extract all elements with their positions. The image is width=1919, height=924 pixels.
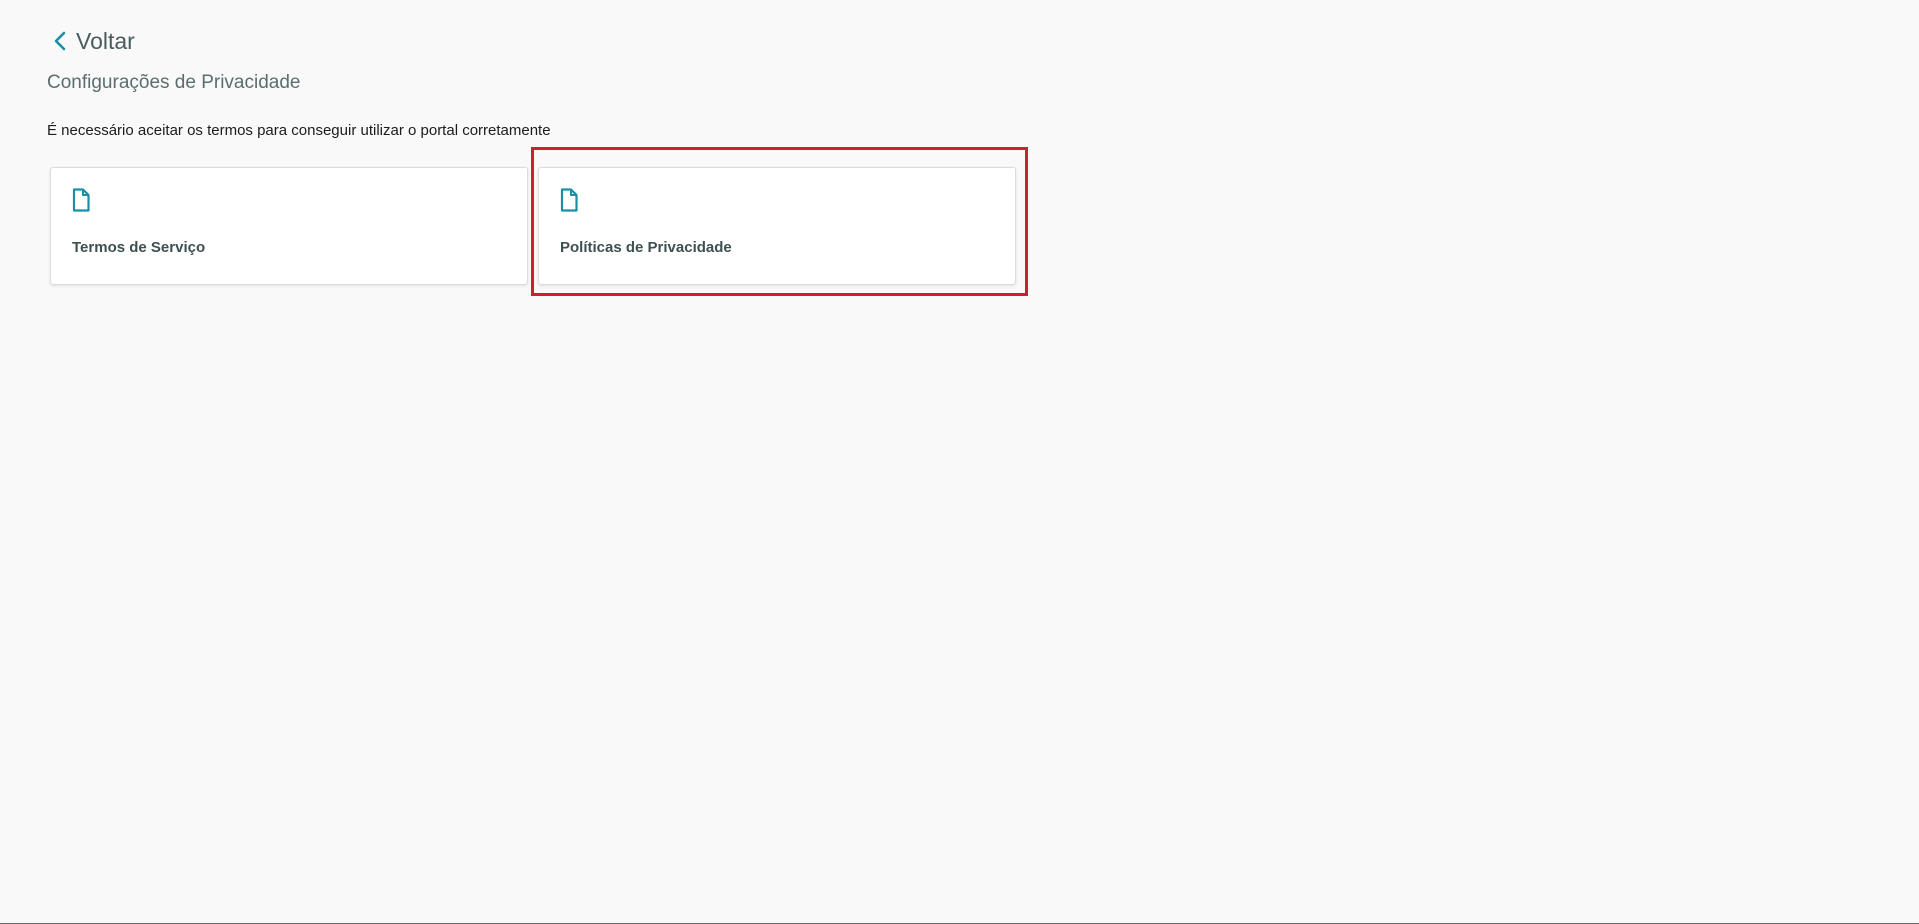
terms-of-service-label: Termos de Serviço (72, 239, 206, 256)
terms-notice: É necessário aceitar os termos para cons… (47, 122, 551, 139)
terms-of-service-card[interactable]: Termos de Serviço (50, 167, 528, 285)
back-button[interactable]: Voltar (54, 26, 135, 56)
page-title: Configurações de Privacidade (47, 72, 301, 93)
privacy-policy-card[interactable]: Políticas de Privacidade (538, 167, 1016, 285)
privacy-policy-label: Políticas de Privacidade (560, 239, 732, 256)
document-icon (560, 188, 578, 212)
back-label: Voltar (76, 28, 135, 54)
chevron-left-icon (54, 31, 66, 51)
document-icon (72, 188, 90, 212)
